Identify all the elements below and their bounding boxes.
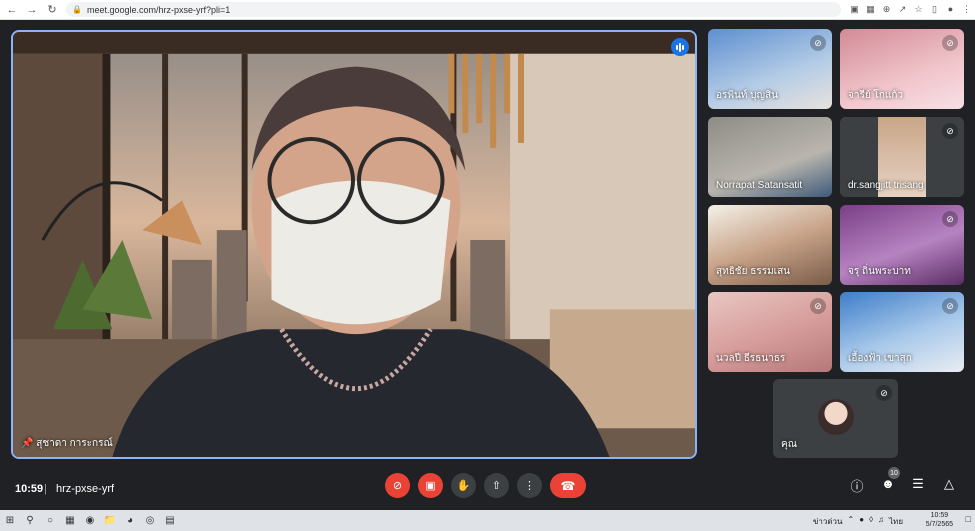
main-speaker-name: 📌 สุชาดา การะกรณ์ — [21, 438, 113, 449]
os-taskbar: ⊞ ⚲ ○ ▦ ◉ 📁 ◕ ◎ ▤ ข่าวด่วน ⌃ ● ◊ ♫ ไทย 1… — [0, 510, 975, 531]
meeting-time: 10:59 — [15, 483, 44, 495]
self-name: คุณ — [781, 439, 797, 450]
wifi-icon[interactable]: ◊ — [869, 515, 873, 528]
browser-toolbar: ← → ↻ 🔒 meet.google.com/hrz-pxse-yrf?pli… — [0, 0, 975, 20]
meet-stage: 📌 สุชาดา การะกรณ์ ⊘ อรพินท์ บุญสิน ⊘ จาร… — [0, 20, 975, 510]
participant-name: dr.sangjitt trisang — [848, 180, 924, 191]
participant-tile[interactable]: ⊘ นวลปี ธีรธนาธร — [708, 292, 832, 372]
mic-off-icon: ⊘ — [942, 211, 958, 227]
star-icon[interactable]: ☆ — [913, 4, 924, 15]
participant-tile[interactable]: ⊘ อรพินท์ บุญสิน — [708, 29, 832, 109]
chrome-icon[interactable]: ◎ — [140, 515, 160, 526]
participant-tile[interactable]: ⊘ จารีย์ โกแก้ว — [840, 29, 964, 109]
avatar — [818, 399, 854, 435]
mic-off-icon: ⊘ — [942, 123, 958, 139]
participant-name: จรุ ถิ่นพระบาท — [848, 266, 911, 277]
system-date: 5/7/2565 — [925, 521, 953, 528]
search-icon[interactable]: ⚲ — [20, 515, 40, 526]
meeting-info-button[interactable]: ⓘ — [848, 476, 866, 495]
mic-off-icon: ⊘ — [942, 298, 958, 314]
more-vert-icon: ⋮ — [524, 480, 535, 492]
chat-icon: ☰ — [912, 476, 924, 491]
lock-icon: 🔒 — [72, 5, 82, 14]
pin-icon[interactable]: 📌 — [21, 438, 33, 449]
participant-tile[interactable]: Norrapat Satansatit — [708, 117, 832, 197]
sidebar-icon[interactable]: ▯ — [929, 4, 940, 15]
system-clock[interactable]: 10:59 5/7/2565 — [926, 511, 953, 529]
menu-icon[interactable]: ⋮ — [961, 4, 972, 15]
speaking-indicator-icon — [671, 38, 689, 56]
participant-name: Norrapat Satansatit — [716, 180, 803, 191]
profile-avatar[interactable]: ● — [945, 4, 956, 15]
zoom-icon[interactable]: ⊕ — [881, 4, 892, 15]
microphone-icon[interactable]: ● — [859, 515, 864, 528]
news-widget[interactable]: ข่าวด่วน — [813, 515, 843, 528]
participant-tile[interactable]: สุทธิชัย ธรรมเสน — [708, 205, 832, 285]
mic-off-icon: ⊘ — [876, 385, 892, 401]
raise-hand-button[interactable]: ✋ — [451, 473, 476, 498]
participant-count-badge: 10 — [888, 467, 900, 479]
chat-button[interactable]: ☰ — [909, 476, 927, 492]
shapes-icon: △ — [944, 476, 954, 491]
translate-icon[interactable]: ▦ — [865, 4, 876, 15]
mic-off-icon: ⊘ — [810, 35, 826, 51]
leave-call-button[interactable]: ☎ — [550, 473, 586, 498]
task-view-icon[interactable]: ○ — [40, 515, 60, 526]
participant-name: เอื้องฟ้า เขาสุก — [848, 353, 912, 364]
self-tile[interactable]: ⊘ คุณ — [773, 379, 898, 458]
speaker-video — [13, 32, 695, 457]
phone-hangup-icon: ☎ — [560, 478, 576, 493]
mic-toggle-button[interactable]: ⊘ — [385, 473, 410, 498]
participant-name: สุทธิชัย ธรรมเสน — [716, 266, 791, 277]
present-button[interactable]: ⇧ — [484, 473, 509, 498]
participant-tile[interactable]: ⊘ dr.sangjitt trisang — [840, 117, 964, 197]
word-icon[interactable]: ▤ — [160, 515, 180, 526]
address-bar[interactable]: 🔒 meet.google.com/hrz-pxse-yrf?pli=1 — [66, 2, 841, 17]
volume-icon[interactable]: ♫ — [878, 515, 884, 528]
participant-name: จารีย์ โกแก้ว — [848, 90, 904, 101]
teams-icon[interactable]: ◉ — [80, 515, 100, 526]
participant-name: นวลปี ธีรธนาธร — [716, 353, 786, 364]
language-indicator[interactable]: ไทย — [889, 515, 903, 528]
activities-button[interactable]: △ — [940, 476, 958, 492]
share-icon[interactable]: ↗ — [897, 4, 908, 15]
main-speaker-tile[interactable]: 📌 สุชาดา การะกรณ์ — [11, 30, 697, 459]
participant-tile[interactable]: ⊘ เอื้องฟ้า เขาสุก — [840, 292, 964, 372]
edge-icon[interactable]: ◕ — [120, 515, 140, 526]
participant-tile[interactable]: ⊘ จรุ ถิ่นพระบาท — [840, 205, 964, 285]
mic-off-icon: ⊘ — [810, 298, 826, 314]
meeting-code: hrz-pxse-yrf — [56, 483, 115, 495]
file-explorer-icon[interactable]: 📁 — [100, 515, 120, 526]
reload-icon[interactable]: ↻ — [44, 2, 60, 18]
notification-icon[interactable]: □ — [966, 514, 971, 524]
system-tray: ข่าวด่วน ⌃ ● ◊ ♫ ไทย — [813, 515, 903, 528]
hand-icon: ✋ — [456, 480, 471, 492]
arrow-left-icon[interactable]: ← — [4, 2, 20, 18]
divider: | — [44, 483, 47, 495]
camera-toggle-button[interactable]: ▣ — [418, 473, 443, 498]
participant-name: อรพินท์ บุญสิน — [716, 90, 778, 101]
system-time: 10:59 — [930, 512, 949, 519]
more-options-button[interactable]: ⋮ — [517, 473, 542, 498]
camera-off-icon: ▣ — [425, 480, 436, 492]
camera-blocked-icon[interactable]: ▣ — [849, 4, 860, 15]
arrow-right-icon[interactable]: → — [24, 2, 40, 18]
info-icon: ⓘ — [850, 479, 864, 494]
meeting-controls: 10:59 | hrz-pxse-yrf ⊘ ▣ ✋ ⇧ ⋮ ☎ ⓘ ☻ ☰ △ — [0, 468, 975, 510]
mic-off-icon: ⊘ — [392, 480, 403, 492]
chevron-up-icon[interactable]: ⌃ — [848, 515, 855, 528]
present-screen-icon: ⇧ — [491, 480, 502, 492]
windows-start-icon[interactable]: ⊞ — [0, 515, 20, 526]
url-text: meet.google.com/hrz-pxse-yrf?pli=1 — [86, 4, 231, 15]
widgets-icon[interactable]: ▦ — [60, 515, 80, 526]
mic-off-icon: ⊘ — [942, 35, 958, 51]
